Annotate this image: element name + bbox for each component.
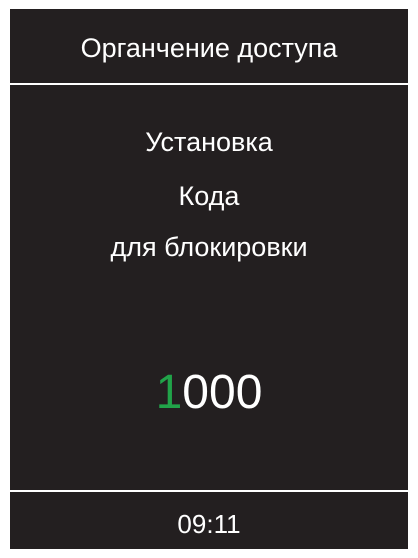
code-digit-1[interactable]: 1 <box>156 366 183 419</box>
message-line-1: Установка <box>145 127 273 157</box>
clock-time: 09:11 <box>177 509 241 539</box>
code-digit-3[interactable]: 0 <box>209 366 236 419</box>
code-digit-2[interactable]: 0 <box>182 366 209 419</box>
message-line-3: для блокировки <box>110 232 308 262</box>
message-line-2: Кода <box>178 181 240 211</box>
header-divider <box>10 83 408 85</box>
code-entry[interactable]: 1000 <box>10 365 408 420</box>
footer-divider <box>10 490 408 492</box>
lock-code-screen: Органчение доступа Установка Кода для бл… <box>10 9 408 549</box>
screen-title: Органчение доступа <box>80 33 338 63</box>
code-digit-4[interactable]: 0 <box>236 366 263 419</box>
